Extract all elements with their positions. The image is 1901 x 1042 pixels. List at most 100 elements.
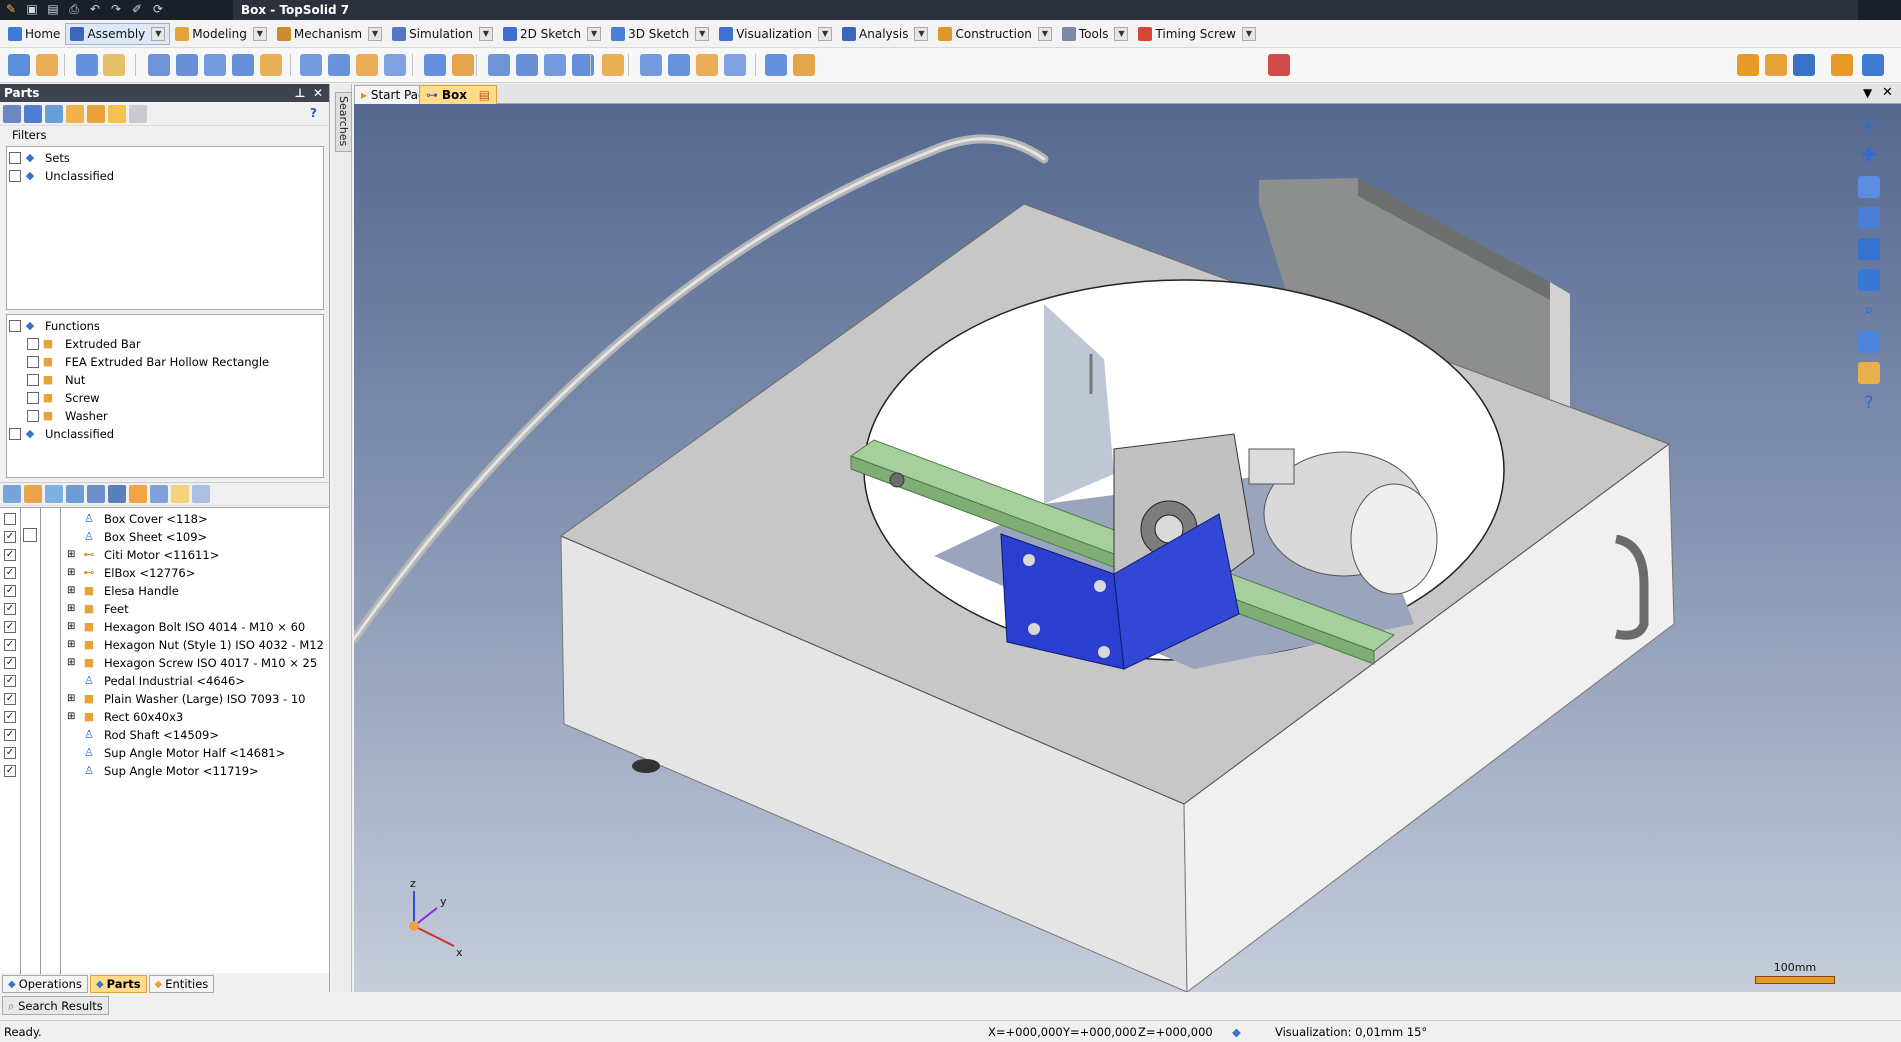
table-row[interactable]: ✓ ⊞ ■ Hexagon Nut (Style 1) ISO 4032 - M12 (0, 636, 329, 654)
list-item[interactable]: ◆ Unclassified (7, 167, 323, 185)
tool-button-icon[interactable] (8, 54, 30, 76)
list-view-icon[interactable] (192, 485, 210, 503)
tool-button-icon[interactable] (640, 54, 662, 76)
view-layout-icon[interactable] (1858, 238, 1880, 260)
link-icon[interactable] (24, 104, 42, 123)
tool-button-icon[interactable] (328, 54, 350, 76)
visibility-checkbox[interactable]: ✓ (4, 585, 16, 597)
tool-button-icon[interactable] (424, 54, 446, 76)
tool-button-icon[interactable] (232, 54, 254, 76)
table-row[interactable]: ✓ ⊞ ■ Feet (0, 600, 329, 618)
visibility-checkbox[interactable]: ✓ (4, 531, 16, 543)
invert-visibility-icon[interactable] (108, 485, 126, 503)
table-row[interactable]: ✓ ♙ Sup Angle Motor Half <14681> (0, 744, 329, 762)
sort-icon[interactable] (129, 485, 147, 503)
tool-button-icon[interactable] (452, 54, 474, 76)
app-menu-icon[interactable]: ✎ (2, 1, 20, 18)
menu-tab-2d-sketch[interactable]: 2D Sketch ▼ (498, 23, 606, 45)
menu-tab-mechanism[interactable]: Mechanism ▼ (272, 23, 387, 45)
expand-icon[interactable]: ⊞ (67, 618, 75, 636)
visibility-checkbox[interactable]: ✓ (4, 567, 16, 579)
visibility-checkbox[interactable]: ✓ (4, 621, 16, 633)
list-item[interactable]: ■ Nut (7, 371, 323, 389)
functions-filter-list[interactable]: ◆ Functions ■ Extruded Bar ■ FEA Extruded Bar… (6, 314, 324, 478)
hand-icon[interactable] (1765, 54, 1787, 76)
tool-button-icon[interactable] (384, 54, 406, 76)
list-item[interactable]: ◆ Functions (7, 317, 323, 335)
checkbox[interactable] (9, 428, 21, 440)
table-row[interactable]: ♙ Box Cover <118> (0, 510, 329, 528)
visibility-checkbox[interactable] (4, 513, 16, 525)
tool-button-icon[interactable] (602, 54, 624, 76)
rotate-icon[interactable] (1858, 207, 1880, 229)
property-icon[interactable] (1831, 54, 1853, 76)
menu-dropdown-icon[interactable]: ▼ (478, 26, 493, 41)
refresh-icon[interactable]: ⟳ (149, 1, 167, 18)
tab-list-icon[interactable]: ▼ (1863, 86, 1872, 100)
redo-icon[interactable]: ↷ (107, 1, 125, 18)
expand-icon[interactable]: ⊞ (67, 636, 75, 654)
color-palette-icon[interactable] (1858, 362, 1880, 384)
visibility-checkbox[interactable]: ✓ (4, 747, 16, 759)
checkbox[interactable] (27, 374, 39, 386)
undo-icon[interactable]: ↶ (86, 1, 104, 18)
table-row[interactable]: ✓ ⊞ ■ Hexagon Bolt ISO 4014 - M10 × 60 (0, 618, 329, 636)
zoom-icon[interactable]: ⌕ (1858, 300, 1880, 322)
select-mode-icon[interactable] (1737, 54, 1759, 76)
table-row[interactable]: ✓ ⊞ ⊷ Citi Motor <11611> (0, 546, 329, 564)
shading-icon[interactable] (1858, 331, 1880, 353)
print-icon[interactable]: ⎙ (65, 1, 83, 18)
edit-icon[interactable]: ✐ (128, 1, 146, 18)
list-item[interactable]: ◆ Unclassified (7, 425, 323, 443)
menu-dropdown-icon[interactable]: ▼ (1037, 26, 1052, 41)
save-icon[interactable]: ▣ (23, 1, 41, 18)
table-row[interactable]: ✓ ⊞ ■ Rect 60x40x3 (0, 708, 329, 726)
expand-icon[interactable]: ⊞ (67, 546, 75, 564)
tool-button-icon[interactable] (300, 54, 322, 76)
tool-button-icon[interactable] (176, 54, 198, 76)
tree-view-icon[interactable] (171, 485, 189, 503)
menu-dropdown-icon[interactable]: ▼ (1114, 26, 1129, 41)
menu-dropdown-icon[interactable]: ▼ (151, 26, 166, 41)
expand-icon[interactable]: ⊞ (67, 582, 75, 600)
hide-icon[interactable] (87, 485, 105, 503)
menu-dropdown-icon[interactable]: ▼ (914, 26, 929, 41)
tool-button-icon[interactable] (76, 54, 98, 76)
tool-button-icon[interactable] (724, 54, 746, 76)
tab-close-icon[interactable]: ✕ (1882, 85, 1893, 100)
table-row[interactable]: ✓ ⊞ ⊷ ElBox <12776> (0, 564, 329, 582)
sets-filter-list[interactable]: ◆ Sets ◆ Unclassified (6, 146, 324, 310)
panel-tab-parts[interactable]: ◆ Parts (89, 975, 147, 993)
show-icon[interactable] (66, 485, 84, 503)
save-all-icon[interactable]: ▤ (44, 1, 62, 18)
menu-dropdown-icon[interactable]: ▼ (818, 26, 833, 41)
checkbox[interactable] (9, 152, 21, 164)
filter-part-icon[interactable] (87, 104, 105, 123)
visibility-checkbox[interactable]: ✓ (4, 711, 16, 723)
tool-button-icon[interactable] (148, 54, 170, 76)
close-icon[interactable]: ✕ (311, 84, 325, 102)
hierarchy-icon[interactable] (45, 104, 63, 123)
tool-button-icon[interactable] (36, 54, 58, 76)
show-all-icon[interactable] (3, 485, 21, 503)
checkbox[interactable] (9, 320, 21, 332)
checkbox[interactable] (27, 356, 39, 368)
search-results-tab[interactable]: ⌕ Search Results (2, 996, 109, 1015)
parts-tree[interactable]: ♙ Box Cover <118> ✓ ♙ Box Sheet <109> ✓ ⊞ ⊷ Citi… (0, 507, 329, 974)
menu-dropdown-icon[interactable]: ▼ (695, 26, 710, 41)
menu-tab-assembly[interactable]: Assembly ▼ (65, 22, 171, 45)
query-icon[interactable]: ? (1858, 393, 1880, 415)
tool-button-icon[interactable] (516, 54, 538, 76)
expand-icon[interactable]: ⊞ (67, 690, 75, 708)
visibility-checkbox[interactable]: ✓ (4, 693, 16, 705)
panel-tab-entities[interactable]: ◆ Entities (148, 975, 215, 993)
filter-function-icon[interactable] (66, 104, 84, 123)
visibility-checkbox[interactable]: ✓ (4, 675, 16, 687)
table-row[interactable]: ✓ ⊞ ■ Hexagon Screw ISO 4017 - M10 × 25 (0, 654, 329, 672)
model-view[interactable]: z y x (354, 104, 1901, 992)
filter-funnel-icon[interactable] (1268, 54, 1290, 76)
visibility-checkbox[interactable]: ✓ (4, 603, 16, 615)
panel-tab-operations[interactable]: ◆ Operations (2, 975, 88, 993)
expand-icon[interactable]: ⊞ (67, 708, 75, 726)
filter-tree-icon[interactable] (3, 104, 21, 123)
